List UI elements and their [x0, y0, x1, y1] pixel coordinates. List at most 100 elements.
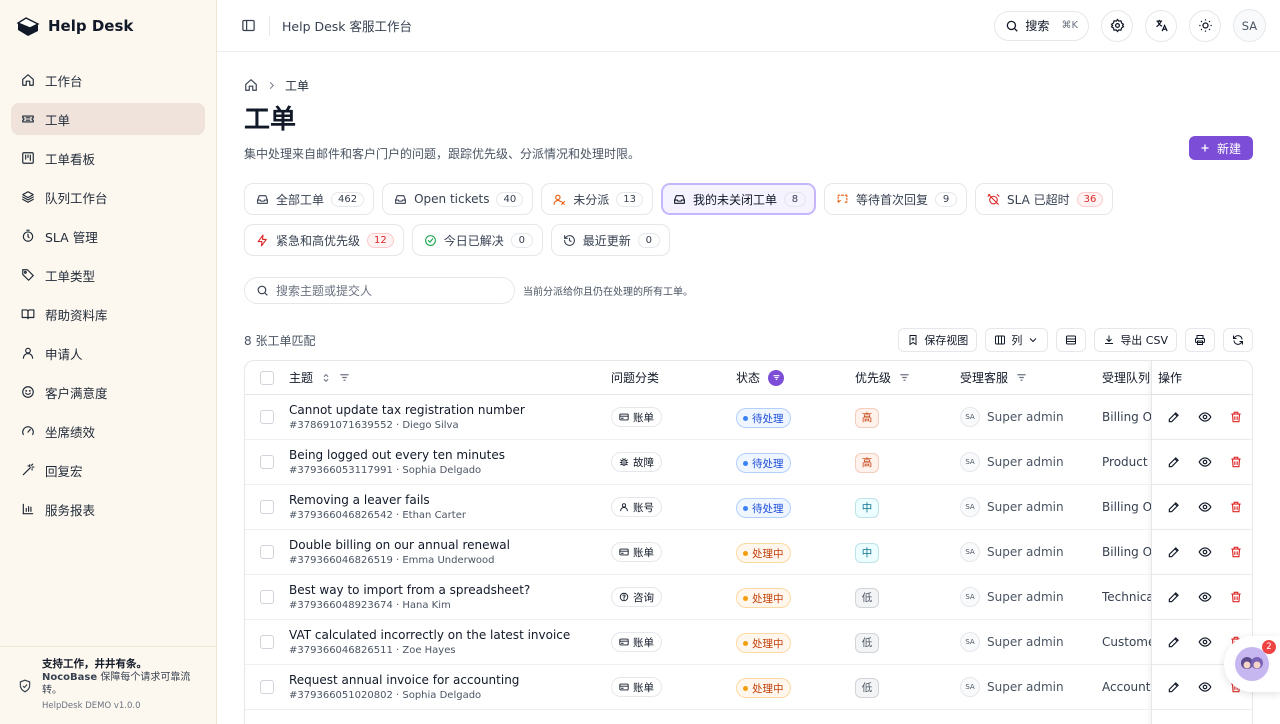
header-category[interactable]: 问题分类 — [611, 369, 736, 386]
sidebar-item[interactable]: 客户满意度 — [11, 376, 205, 408]
select-all-checkbox[interactable] — [260, 370, 274, 385]
columns-button[interactable]: 列 — [985, 328, 1049, 352]
table-row[interactable]: VAT calculated incorrectly on the latest… — [245, 620, 1252, 665]
sidebar-item[interactable]: SLA 管理 — [11, 220, 205, 252]
row-checkbox[interactable] — [260, 545, 274, 559]
inbox-icon — [395, 194, 407, 204]
ticket-search-input[interactable]: 搜索主题或提交人 — [244, 277, 515, 304]
view-chip[interactable]: 等待首次回复 9 — [823, 183, 967, 215]
user-avatar[interactable]: SA — [1233, 9, 1266, 42]
ticket-title[interactable]: Being logged out every ten minutes — [289, 448, 611, 462]
view-button[interactable] — [1189, 541, 1220, 563]
view-chip[interactable]: 紧急和高优先级 12 — [244, 224, 404, 256]
row-checkbox[interactable] — [260, 455, 274, 469]
sidebar-item[interactable]: 坐席绩效 — [11, 415, 205, 447]
row-checkbox[interactable] — [260, 590, 274, 604]
edit-button[interactable] — [1158, 586, 1189, 608]
subject-cell[interactable]: Request annual invoice for accounting #37… — [289, 673, 611, 701]
global-search-button[interactable]: 搜索 ⌘K — [994, 10, 1089, 41]
view-label: SLA 已超时 — [1007, 192, 1070, 207]
sidebar-item[interactable]: 申请人 — [11, 337, 205, 369]
ticket-title[interactable]: Removing a leaver fails — [289, 493, 611, 507]
subject-cell[interactable]: Best way to import from a spreadsheet? #3… — [289, 583, 611, 611]
edit-button[interactable] — [1158, 406, 1189, 428]
view-chip[interactable]: 今日已解决 0 — [411, 224, 543, 256]
filter-lines-icon[interactable] — [339, 372, 350, 383]
row-checkbox[interactable] — [260, 635, 274, 649]
delete-button[interactable] — [1220, 451, 1251, 473]
theme-toggle-button[interactable] — [1189, 9, 1221, 42]
new-ticket-button[interactable]: 新建 — [1188, 136, 1253, 160]
table-row[interactable]: Cannot update tax registration number #37… — [245, 395, 1252, 440]
view-chip[interactable]: 我的未关闭工单 8 — [660, 183, 816, 215]
view-chip[interactable]: 未分派 13 — [541, 183, 653, 215]
table-row[interactable]: Best way to import from a spreadsheet? #3… — [245, 575, 1252, 620]
header-priority[interactable]: 优先级 — [855, 369, 960, 386]
delete-button[interactable] — [1220, 496, 1251, 518]
ticket-title[interactable]: Request annual invoice for accounting — [289, 673, 611, 687]
ticket-title[interactable]: VAT calculated incorrectly on the latest… — [289, 628, 611, 642]
sidebar-item[interactable]: 工单类型 — [11, 259, 205, 291]
sidebar-item[interactable]: 工单看板 — [11, 142, 205, 174]
brand[interactable]: Help Desk — [0, 0, 216, 52]
ticket-title[interactable]: Double billing on our annual renewal — [289, 538, 611, 552]
sidebar-item[interactable]: 队列工作台 — [11, 181, 205, 213]
view-chip[interactable]: 最近更新 0 — [550, 224, 670, 256]
view-button[interactable] — [1189, 586, 1220, 608]
sidebar-toggle-button[interactable] — [239, 17, 257, 35]
density-button[interactable] — [1056, 328, 1087, 352]
status-filter-active-icon[interactable] — [768, 369, 785, 386]
row-checkbox[interactable] — [260, 500, 274, 514]
house-icon[interactable] — [244, 78, 258, 92]
view-button[interactable] — [1189, 631, 1220, 653]
print-button[interactable] — [1185, 328, 1215, 352]
sidebar-item[interactable]: 服务报表 — [11, 493, 205, 525]
header-agent[interactable]: 受理客服 — [960, 369, 1102, 386]
sidebar-item[interactable]: 工作台 — [11, 64, 205, 96]
card-icon — [619, 638, 629, 646]
delete-button[interactable] — [1220, 406, 1251, 428]
export-csv-button[interactable]: 导出 CSV — [1094, 328, 1177, 352]
edit-button[interactable] — [1158, 496, 1189, 518]
filter-lines-icon[interactable] — [899, 372, 910, 383]
subject-cell[interactable]: Double billing on our annual renewal #379… — [289, 538, 611, 566]
view-button[interactable] — [1189, 406, 1220, 428]
ticket-title[interactable]: Cannot update tax registration number — [289, 403, 611, 417]
header-status[interactable]: 状态 — [736, 369, 855, 386]
delete-button[interactable] — [1220, 586, 1251, 608]
filter-lines-icon[interactable] — [1016, 372, 1027, 383]
row-checkbox[interactable] — [260, 410, 274, 424]
sidebar-item[interactable]: 帮助资料库 — [11, 298, 205, 330]
subject-cell[interactable]: Being logged out every ten minutes #37936… — [289, 448, 611, 476]
table-row[interactable]: Removing a leaver fails #379366046826542 … — [245, 485, 1252, 530]
header-subject[interactable]: 主题 — [289, 369, 611, 386]
view-button[interactable] — [1189, 451, 1220, 473]
view-chip[interactable]: 全部工单 462 — [244, 183, 375, 215]
edit-button[interactable] — [1158, 676, 1189, 698]
view-chip[interactable]: SLA 已超时 36 — [975, 183, 1114, 215]
view-chip[interactable]: Open tickets 40 — [382, 183, 534, 215]
table-row[interactable]: Double billing on our annual renewal #379… — [245, 530, 1252, 575]
delete-button[interactable] — [1220, 541, 1251, 563]
sidebar-item[interactable]: 回复宏 — [11, 454, 205, 486]
table-row[interactable]: Being logged out every ten minutes #37936… — [245, 440, 1252, 485]
table-row[interactable]: Provide a dark mode for the mobile app — [245, 710, 1252, 724]
settings-button[interactable] — [1101, 9, 1133, 42]
subject-cell[interactable]: Cannot update tax registration number #37… — [289, 403, 611, 431]
edit-button[interactable] — [1158, 631, 1189, 653]
refresh-button[interactable] — [1223, 328, 1253, 352]
subject-cell[interactable]: VAT calculated incorrectly on the latest… — [289, 628, 611, 656]
ticket-title[interactable]: Best way to import from a spreadsheet? — [289, 583, 611, 597]
view-button[interactable] — [1189, 496, 1220, 518]
chat-assistant-button[interactable]: 2 — [1224, 636, 1280, 692]
save-view-button[interactable]: 保存视图 — [898, 328, 978, 352]
row-checkbox[interactable] — [260, 680, 274, 694]
edit-button[interactable] — [1158, 451, 1189, 473]
edit-button[interactable] — [1158, 541, 1189, 563]
view-button[interactable] — [1189, 676, 1220, 698]
subject-cell[interactable]: Removing a leaver fails #379366046826542 … — [289, 493, 611, 521]
sort-icon[interactable] — [321, 373, 331, 383]
table-row[interactable]: Request annual invoice for accounting #37… — [245, 665, 1252, 710]
language-button[interactable] — [1145, 9, 1177, 42]
sidebar-item[interactable]: 工单 — [11, 103, 205, 135]
